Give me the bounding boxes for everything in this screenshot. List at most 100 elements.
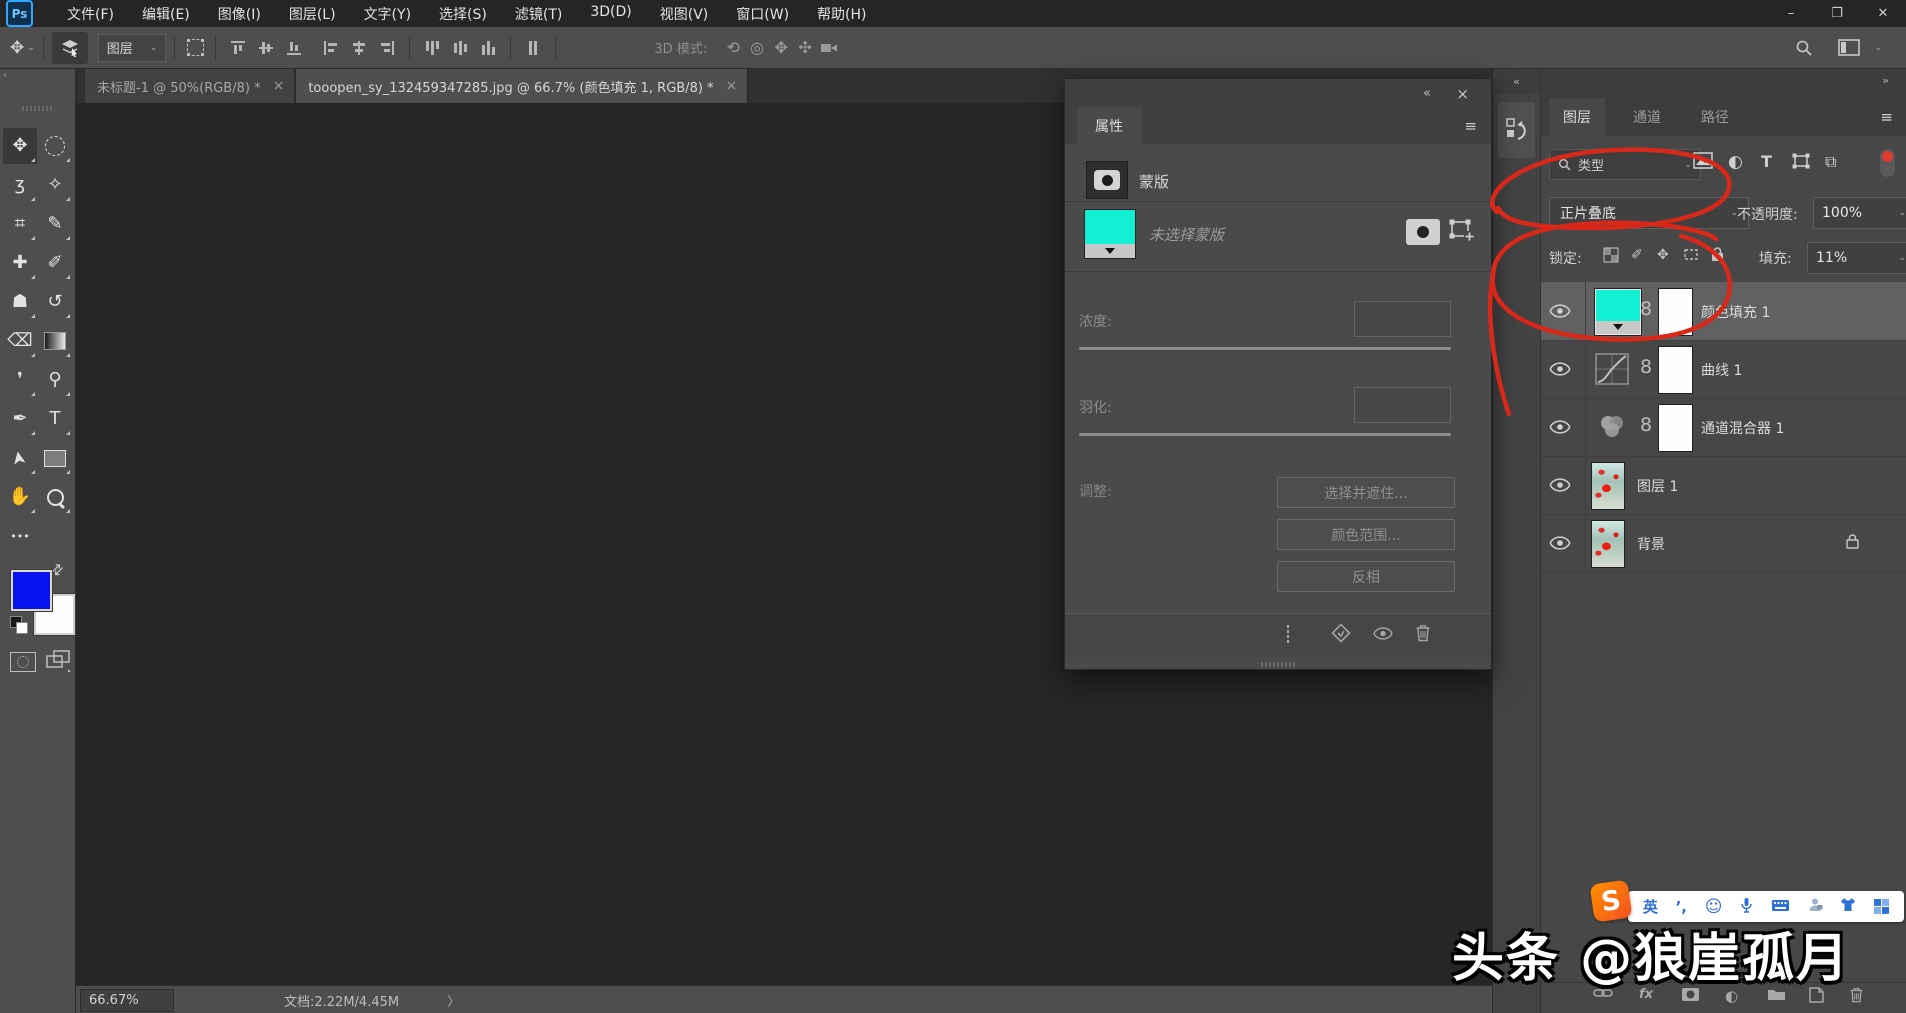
clone-stamp-tool[interactable]: ☗: [3, 284, 37, 320]
distribute-top-edges-icon[interactable]: [423, 39, 441, 57]
mask-visibility-eye-icon[interactable]: [1373, 627, 1393, 644]
status-options-chevron[interactable]: 〉: [447, 991, 460, 1010]
mask-link-icon[interactable]: 8: [1640, 298, 1652, 320]
auto-select-target-dropdown[interactable]: 图层 ⌄: [97, 33, 167, 62]
density-value-field[interactable]: [1354, 301, 1451, 337]
close-panel-icon[interactable]: ×: [1456, 85, 1469, 103]
distribute-vertical-centers-icon[interactable]: [451, 39, 469, 57]
lasso-tool[interactable]: ʒ: [3, 167, 37, 203]
align-bottom-edges-icon[interactable]: [285, 39, 303, 57]
gradient-tool[interactable]: [38, 323, 72, 359]
visibility-eye-icon[interactable]: [1549, 304, 1579, 320]
channel-mixer-thumbnail[interactable]: [1594, 410, 1630, 444]
marquee-tool[interactable]: [38, 128, 72, 164]
history-panel-icon[interactable]: [1498, 102, 1535, 158]
fill-dropdown[interactable]: 11% ⌄: [1807, 242, 1906, 274]
foreground-color-swatch[interactable]: [10, 569, 53, 612]
filter-adjustment-layers-icon[interactable]: ◐: [1728, 152, 1743, 172]
load-selection-from-mask-icon[interactable]: [1287, 625, 1289, 643]
blur-tool[interactable]: ❜: [3, 362, 37, 398]
align-right-edges-icon[interactable]: [378, 39, 396, 57]
zoom-level-field[interactable]: 66.67%: [80, 988, 174, 1012]
distribute-spacing-icon[interactable]: [524, 39, 542, 57]
ime-skin-shirt-icon[interactable]: [1840, 897, 1856, 916]
collapse-panel-icon[interactable]: «: [1423, 86, 1431, 101]
workspace-icon[interactable]: [1837, 34, 1861, 62]
align-vertical-centers-icon[interactable]: [257, 39, 275, 57]
move-tool[interactable]: ✥: [3, 128, 37, 164]
layer-mask-badge-icon[interactable]: [1406, 219, 1440, 245]
delete-mask-trash-icon[interactable]: [1415, 624, 1431, 646]
mask-link-icon[interactable]: 8: [1640, 414, 1652, 436]
color-fill-thumbnail[interactable]: [1594, 288, 1642, 336]
eraser-tool[interactable]: ⌫: [3, 323, 37, 359]
3d-camera-icon[interactable]: [817, 34, 841, 62]
auto-select-icon[interactable]: [51, 31, 88, 64]
lock-position-icon[interactable]: ✥: [1657, 247, 1669, 263]
align-horizontal-centers-icon[interactable]: [350, 39, 368, 57]
tab-channels[interactable]: 通道: [1619, 98, 1675, 136]
restore-button[interactable]: ❐: [1814, 0, 1860, 27]
mask-link-icon[interactable]: 8: [1640, 356, 1652, 378]
layer-row-layer-1[interactable]: 图层 1: [1541, 456, 1906, 515]
dock-collapse-icon[interactable]: «: [1493, 68, 1540, 94]
density-slider[interactable]: [1079, 347, 1451, 350]
align-left-edges-icon[interactable]: [322, 39, 340, 57]
toolbar-collapse-icon[interactable]: ‹: [3, 70, 7, 81]
ime-toolbox-grid-icon[interactable]: [1874, 899, 1890, 914]
layers-panel-menu-icon[interactable]: ≡: [1880, 108, 1893, 126]
layer-mask-thumbnail[interactable]: [1658, 404, 1693, 452]
curves-thumbnail[interactable]: [1594, 352, 1630, 386]
lock-artboard-icon[interactable]: [1683, 247, 1699, 266]
menu-item-3d[interactable]: 3D(D): [576, 0, 645, 28]
opacity-dropdown[interactable]: 100% ⌄: [1813, 197, 1906, 229]
history-brush-tool[interactable]: ↺: [38, 284, 72, 320]
crop-tool[interactable]: ⌗: [3, 206, 37, 242]
blend-mode-dropdown[interactable]: 正片叠底 ⌄: [1549, 197, 1749, 229]
path-selection-tool[interactable]: ➤: [3, 440, 37, 476]
shape-tool[interactable]: [38, 440, 72, 476]
ime-profile-icon[interactable]: [1808, 897, 1823, 916]
layer-row-background[interactable]: 背景: [1541, 514, 1906, 573]
invert-button[interactable]: 反相: [1277, 561, 1455, 592]
screen-mode-button[interactable]: [46, 650, 72, 673]
tab-paths[interactable]: 路径: [1687, 98, 1743, 136]
ime-punctuation-toggle[interactable]: ’,: [1676, 898, 1687, 916]
menu-item-layer[interactable]: 图层(L): [275, 0, 350, 28]
3d-pan-icon[interactable]: ✥: [769, 34, 793, 62]
layer-filtering-toggle[interactable]: [1880, 149, 1895, 177]
ime-emoji-icon[interactable]: ☺: [1705, 897, 1723, 917]
add-vector-mask-icon[interactable]: [1448, 217, 1478, 245]
ime-language-toggle[interactable]: 英: [1643, 896, 1658, 917]
lock-all-icon[interactable]: [1711, 247, 1724, 266]
ime-mic-icon[interactable]: [1740, 897, 1753, 917]
healing-brush-tool[interactable]: ✚: [3, 245, 37, 281]
filter-smart-objects-icon[interactable]: ⧉: [1825, 152, 1836, 172]
zoom-tool[interactable]: [38, 479, 72, 515]
pen-tool[interactable]: ✒: [3, 401, 37, 437]
color-range-button[interactable]: 颜色范围...: [1277, 519, 1455, 550]
workspace-chevron-icon[interactable]: ⌄: [1874, 43, 1882, 53]
menu-item-edit[interactable]: 编辑(E): [128, 0, 204, 28]
close-button[interactable]: ✕: [1860, 0, 1906, 27]
minimize-button[interactable]: –: [1768, 0, 1814, 27]
dodge-tool[interactable]: ⚲: [38, 362, 72, 398]
type-tool[interactable]: T: [38, 401, 72, 437]
feather-slider[interactable]: [1079, 433, 1451, 436]
show-transform-controls-icon[interactable]: [183, 34, 207, 62]
quick-selection-tool[interactable]: ✧: [38, 167, 72, 203]
menu-item-type[interactable]: 文字(Y): [350, 0, 425, 28]
dock-expand-icon[interactable]: »: [1882, 74, 1889, 87]
filter-type-dropdown[interactable]: 类型 ⌄: [1549, 149, 1701, 180]
menu-item-view[interactable]: 视图(V): [646, 0, 723, 28]
menu-item-file[interactable]: 文件(F): [53, 0, 128, 28]
3d-orbit-icon[interactable]: ⟲: [721, 34, 745, 62]
default-colors-icon[interactable]: [10, 616, 28, 634]
edit-toolbar[interactable]: •••: [3, 518, 37, 554]
menu-item-help[interactable]: 帮助(H): [803, 0, 880, 28]
filter-pixel-layers-icon[interactable]: [1693, 152, 1713, 173]
color-fill-thumbnail[interactable]: [1084, 209, 1136, 259]
visibility-eye-icon[interactable]: [1549, 420, 1579, 436]
document-tab-untitled-1[interactable]: 未标题-1 @ 50%(RGB/8) * ×: [85, 69, 296, 103]
search-icon[interactable]: [1792, 34, 1816, 62]
